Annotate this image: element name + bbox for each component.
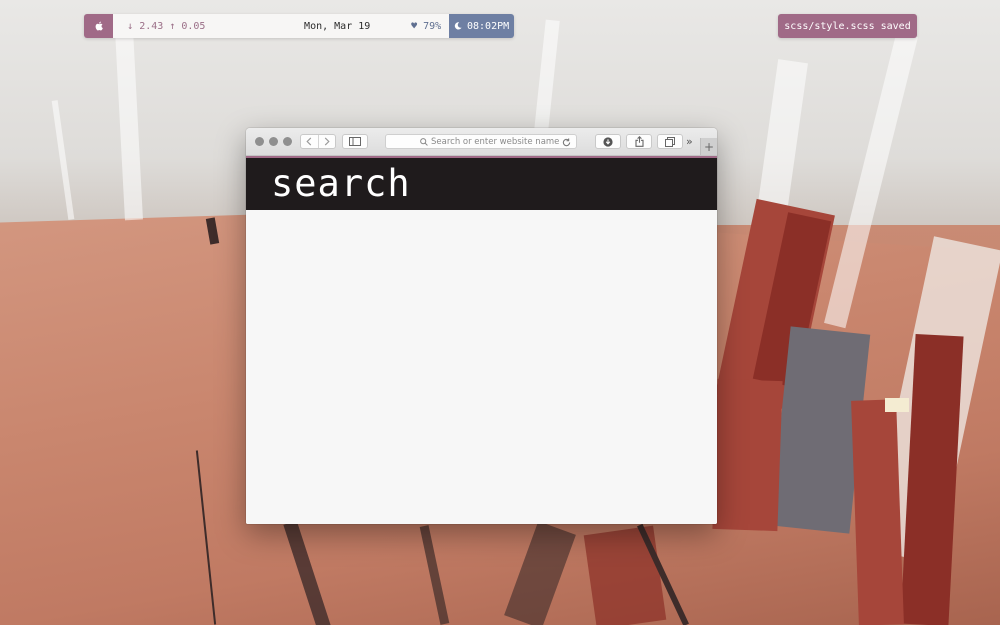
double-chevron-icon[interactable]: » <box>686 135 693 148</box>
plus-icon: + <box>703 139 715 154</box>
wallpaper-stroke <box>583 525 667 625</box>
page-content-area <box>246 210 717 524</box>
sidebar-toggle-button[interactable] <box>342 134 368 149</box>
browser-toolbar: Search or enter website name » + <box>246 128 717 156</box>
chevron-right-icon <box>324 137 330 146</box>
address-placeholder: Search or enter website name <box>431 136 560 147</box>
wallpaper-block <box>851 399 904 625</box>
apple-logo-icon <box>95 21 103 31</box>
downloads-button[interactable] <box>595 134 621 149</box>
zoom-window-button[interactable] <box>283 137 292 146</box>
browser-window: Search or enter website name » + search <box>246 128 717 524</box>
search-icon <box>420 138 428 146</box>
history-nav <box>300 134 336 149</box>
new-tab-button[interactable]: + <box>700 138 717 155</box>
moon-icon <box>454 22 462 30</box>
network-speed: ↓ 2.43 ↑ 0.05 <box>127 20 206 32</box>
page-heading-banner: search <box>246 158 717 210</box>
status-info-segment: ↓ 2.43 ↑ 0.05 Mon, Mar 19 ♥ 79% <box>113 14 450 38</box>
save-notification-badge: scss/style.scss saved <box>778 14 917 38</box>
apple-menu-button[interactable] <box>84 14 114 38</box>
clock-segment[interactable]: 08:02PM <box>449 14 514 38</box>
menu-status-bar: ↓ 2.43 ↑ 0.05 Mon, Mar 19 ♥ 79% 08:02PM <box>84 14 514 38</box>
clock-time: 08:02PM <box>467 20 510 32</box>
sidebar-icon <box>349 137 361 146</box>
page-heading: search <box>271 162 411 205</box>
share-icon <box>634 136 644 147</box>
save-notification-text: scss/style.scss saved <box>784 20 911 32</box>
share-button[interactable] <box>626 134 652 149</box>
minimize-window-button[interactable] <box>269 137 278 146</box>
download-icon <box>603 136 613 147</box>
back-button[interactable] <box>301 135 318 148</box>
battery-level: ♥ 79% <box>411 20 442 32</box>
show-tabs-button[interactable] <box>657 134 683 149</box>
address-bar[interactable]: Search or enter website name <box>385 134 577 149</box>
wallpaper-mark <box>885 398 909 412</box>
forward-button[interactable] <box>317 135 336 148</box>
date-label: Mon, Mar 19 <box>304 20 371 32</box>
reload-icon[interactable] <box>562 138 571 147</box>
chevron-left-icon <box>306 137 312 146</box>
close-window-button[interactable] <box>255 137 264 146</box>
tabs-icon <box>665 136 675 147</box>
wallpaper-block <box>712 378 783 532</box>
